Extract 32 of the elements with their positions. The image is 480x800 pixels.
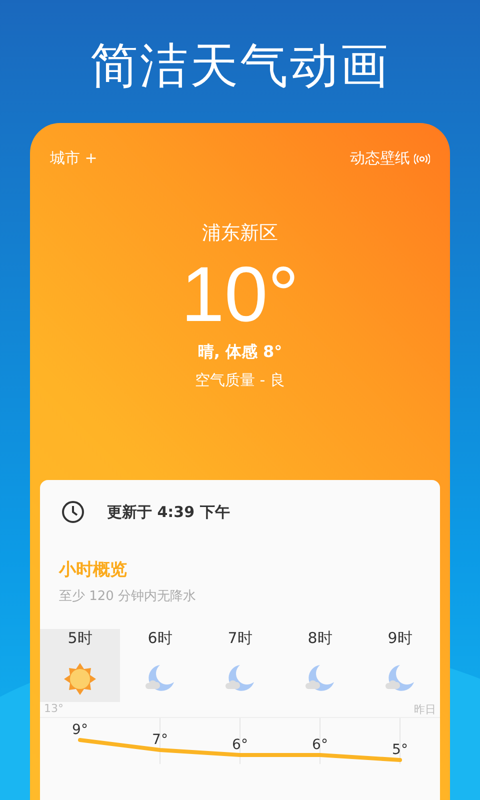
temperature-value: 7° — [152, 732, 168, 748]
hour-label: 5时 — [68, 629, 92, 648]
high-temperature-label: 13° — [44, 702, 64, 717]
temperature-value: 6° — [232, 737, 248, 753]
location-name: 浦东新区 — [202, 221, 278, 246]
hour-column[interactable]: 9时 — [360, 629, 440, 702]
yesterday-label: 昨日 — [414, 702, 436, 717]
temperature-value: 5° — [392, 742, 408, 758]
hour-label: 8时 — [308, 629, 332, 648]
broadcast-icon — [414, 152, 430, 164]
hour-column[interactable]: 6时 — [120, 629, 200, 702]
moon-cloud-icon — [384, 662, 416, 694]
temperature: 10° — [181, 252, 299, 336]
section-title: 小时概览 — [59, 559, 128, 581]
condition-text: 晴, 体感 8° — [198, 342, 282, 363]
updated-time: 更新于 4:39 下午 — [107, 502, 230, 522]
hour-label: 9时 — [388, 629, 412, 648]
hour-column[interactable]: 7时 — [200, 629, 280, 702]
moon-cloud-icon — [144, 662, 176, 694]
hour-column[interactable]: 8时 — [280, 629, 360, 702]
hour-label: 6时 — [148, 629, 172, 648]
moon-cloud-icon — [304, 662, 336, 694]
moon-cloud-icon — [224, 662, 256, 694]
temperature-value: 6° — [312, 737, 328, 753]
temperature-value: 9° — [72, 722, 88, 738]
hour-column[interactable]: 5时 — [40, 629, 120, 702]
headline: 简洁天气动画 — [90, 37, 390, 96]
clock-icon — [61, 500, 85, 524]
precipitation-note: 至少 120 分钟内无降水 — [59, 588, 198, 605]
sun-icon — [63, 662, 97, 696]
air-quality: 空气质量 - 良 — [195, 371, 285, 390]
hour-label: 7时 — [228, 629, 252, 648]
